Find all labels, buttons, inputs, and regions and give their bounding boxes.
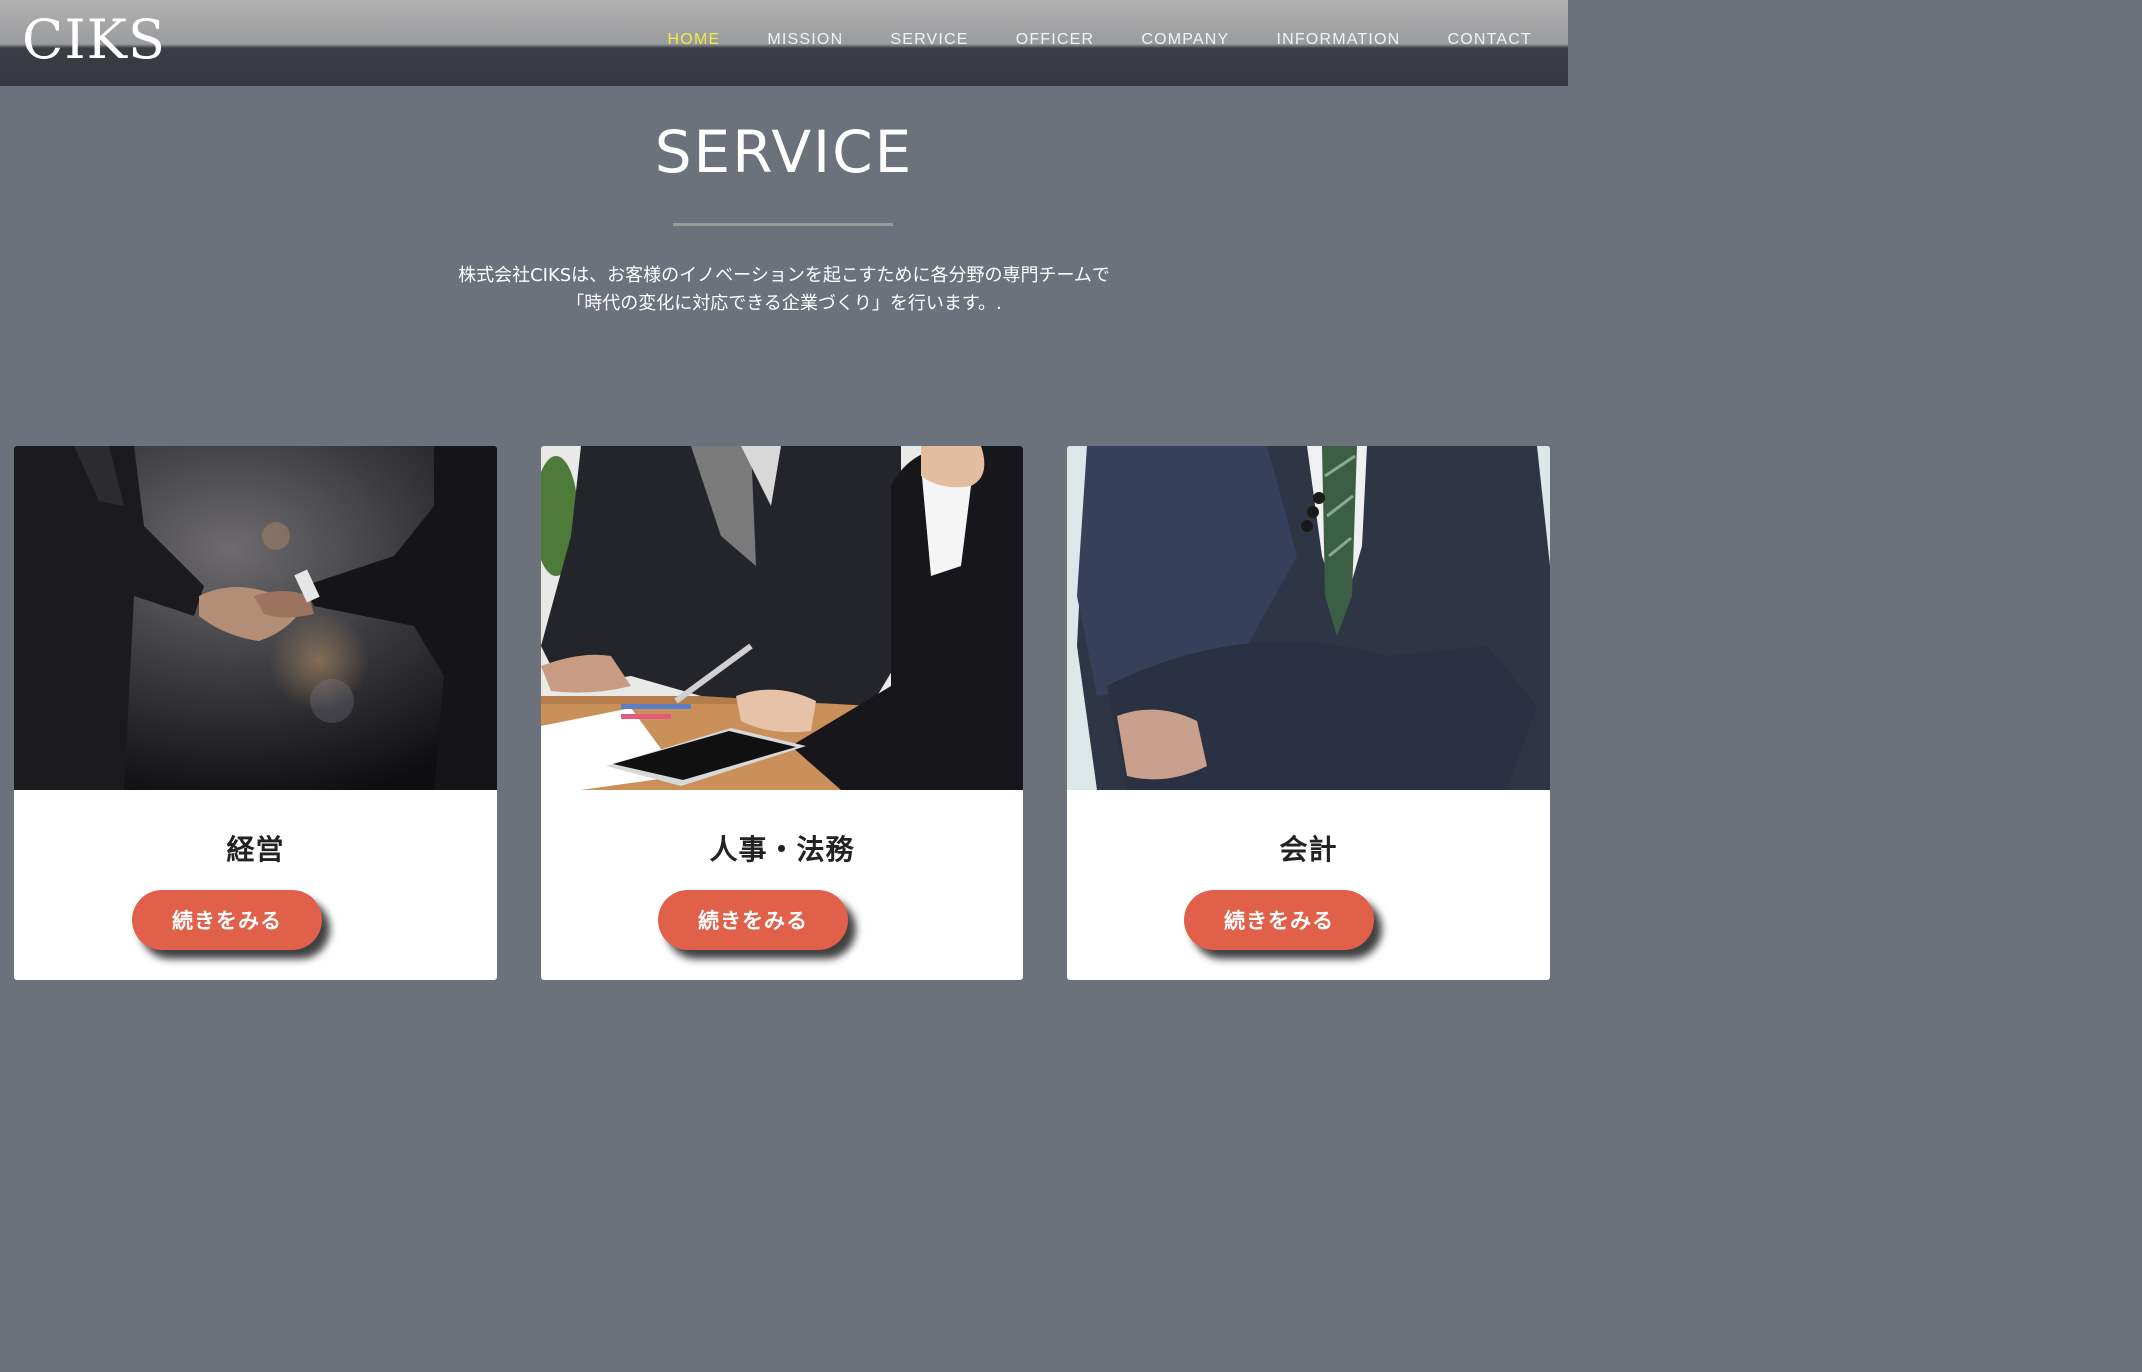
read-more-button[interactable]: 続きをみる [658,890,848,950]
title-divider [673,223,893,226]
section-intro: 株式会社CIKSは、お客様のイノベーションを起こすために各分野の専門チームで 「… [0,262,1568,318]
read-more-button[interactable]: 続きをみる [132,890,322,950]
nav-information[interactable]: INFORMATION [1253,30,1424,50]
handshake-photo [14,446,497,790]
nav-contact[interactable]: CONTACT [1424,30,1568,50]
read-more-button[interactable]: 続きをみる [1184,890,1374,950]
nav-officer[interactable]: OFFICER [992,30,1118,50]
service-card-management: 経営 続きをみる [14,446,497,980]
businessman-photo [1067,446,1550,790]
nav-home[interactable]: HOME [644,30,744,50]
meeting-photo [541,446,1023,790]
card-title: 経営 [226,833,285,866]
main-nav: HOME MISSION SERVICE OFFICER COMPANY INF… [644,30,1568,50]
site-header: CIKS HOME MISSION SERVICE OFFICER COMPAN… [0,0,1568,86]
card-title: 会計 [1279,833,1338,866]
section-title: SERVICE [654,118,914,186]
intro-line-2: 「時代の変化に対応できる企業づくり」を行います。. [566,293,1002,314]
nav-company[interactable]: COMPANY [1118,30,1253,50]
service-card-hr-legal: 人事・法務 続きをみる [541,446,1023,980]
card-title: 人事・法務 [709,833,855,866]
intro-line-1: 株式会社CIKSは、お客様のイノベーションを起こすために各分野の専門チームで [458,265,1110,286]
site-logo[interactable]: CIKS [22,10,166,70]
nav-mission[interactable]: MISSION [744,30,867,50]
service-card-accounting: 会計 続きをみる [1067,446,1550,980]
nav-service[interactable]: SERVICE [867,30,992,50]
